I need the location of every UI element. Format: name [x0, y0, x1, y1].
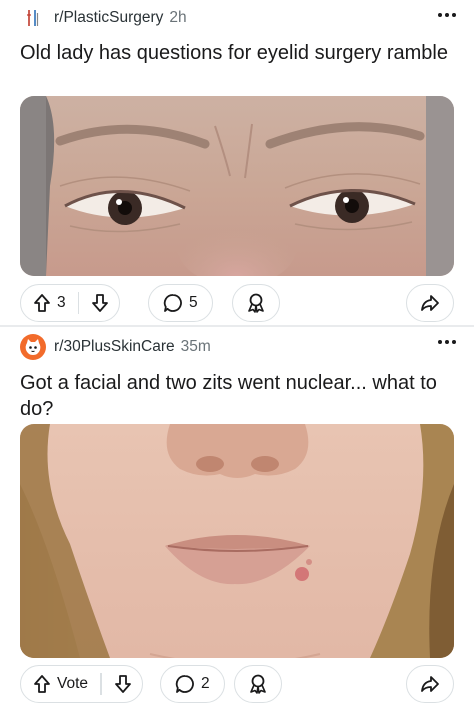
share-arrow-icon	[420, 674, 440, 694]
more-dots-icon[interactable]	[438, 0, 456, 30]
cat-icon	[25, 339, 41, 355]
arrow-up-icon[interactable]	[33, 293, 51, 313]
subreddit-avatar[interactable]	[20, 5, 46, 31]
award-button[interactable]	[234, 665, 282, 703]
post-meta: r/PlasticSurgery 2h	[20, 3, 187, 33]
share-button[interactable]	[406, 665, 454, 703]
vote-count: Vote	[57, 675, 89, 692]
subreddit-name[interactable]: r/PlasticSurgery	[54, 9, 163, 27]
chin-mouth-closeup-photo	[20, 424, 454, 658]
arrow-down-icon[interactable]	[91, 293, 109, 313]
vote-bar: 3	[20, 284, 121, 322]
comment-bubble-icon	[163, 293, 183, 313]
comment-count: 5	[189, 294, 198, 311]
vote-count: 3	[57, 294, 66, 311]
post-title[interactable]: Got a facial and two zits went nuclear..…	[20, 370, 460, 422]
comment-button[interactable]: 5	[148, 284, 213, 322]
comment-bubble-icon	[175, 674, 195, 694]
tools-icon	[27, 10, 39, 26]
post-actions: 3 5	[20, 284, 454, 322]
comment-button[interactable]: 2	[160, 665, 225, 703]
eyes-closeup-photo	[20, 96, 454, 276]
vote-divider	[100, 673, 102, 695]
award-icon	[245, 292, 267, 314]
post-time: 35m	[180, 338, 211, 355]
award-icon	[247, 673, 269, 695]
share-arrow-icon	[420, 293, 440, 313]
vote-bar: Vote	[20, 665, 143, 703]
more-dots-icon[interactable]	[438, 327, 456, 357]
vote-divider	[77, 292, 80, 314]
arrow-up-icon[interactable]	[33, 674, 51, 694]
subreddit-avatar[interactable]	[20, 334, 46, 360]
arrow-down-icon[interactable]	[114, 674, 132, 694]
post-image[interactable]	[20, 96, 454, 276]
comment-count: 2	[201, 675, 210, 692]
post-time: 2h	[169, 9, 187, 26]
post-card[interactable]: r/PlasticSurgery 2h Old lady has questio…	[0, 0, 474, 326]
post-image[interactable]	[20, 424, 454, 658]
post-actions: Vote 2	[20, 665, 454, 703]
award-button[interactable]	[232, 284, 280, 322]
subreddit-name[interactable]: r/30PlusSkinCare	[54, 338, 175, 356]
post-card[interactable]: r/30PlusSkinCare 35m Got a facial and tw…	[0, 327, 474, 704]
post-title[interactable]: Old lady has questions for eyelid surger…	[20, 40, 460, 66]
share-button[interactable]	[406, 284, 454, 322]
post-meta: r/30PlusSkinCare 35m	[20, 332, 211, 362]
